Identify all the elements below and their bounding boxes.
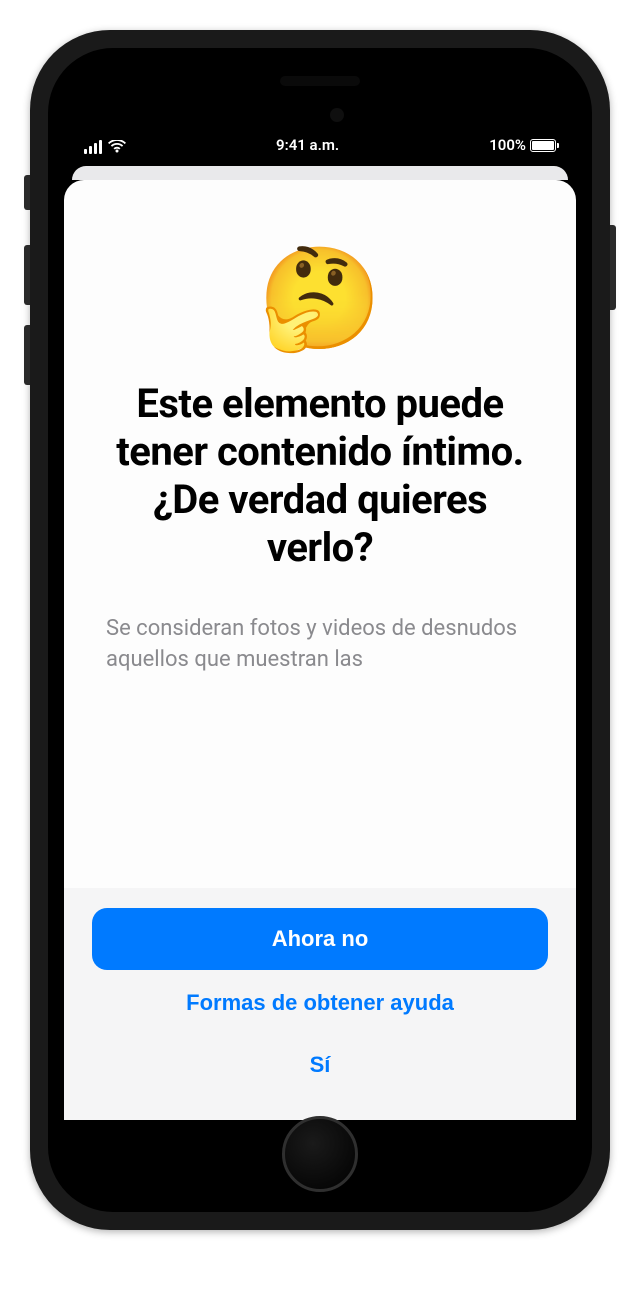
volume-up-button	[24, 245, 30, 305]
screen: 9:41 a.m. 100% 🤔 Este elemento puede ten…	[56, 56, 584, 1204]
earpiece	[280, 76, 360, 86]
volume-down-button	[24, 325, 30, 385]
home-button[interactable]	[282, 1116, 358, 1192]
battery-percentage: 100%	[489, 136, 526, 154]
wifi-icon	[108, 140, 126, 154]
scroll-fade	[64, 856, 576, 888]
yes-button[interactable]: Sí	[92, 1036, 548, 1094]
cellular-signal-icon	[84, 140, 102, 154]
background-sheet-peek	[72, 166, 568, 180]
status-time: 9:41 a.m.	[276, 136, 339, 154]
dialog-body-text: Se consideran fotos y videos de desnudos…	[104, 614, 536, 676]
action-bar: Ahora no Formas de obtener ayuda Sí	[64, 888, 576, 1120]
proximity-sensor	[330, 108, 344, 122]
iphone-device-frame: 9:41 a.m. 100% 🤔 Este elemento puede ten…	[30, 30, 610, 1230]
modal-sheet: 🤔 Este elemento puede tener contenido ín…	[64, 180, 576, 1120]
status-bar: 9:41 a.m. 100%	[56, 56, 584, 166]
get-help-button[interactable]: Formas de obtener ayuda	[92, 974, 548, 1032]
thinking-face-emoji: 🤔	[104, 250, 536, 350]
power-button	[610, 225, 616, 310]
mute-switch	[24, 175, 30, 210]
battery-icon	[530, 139, 556, 152]
not-now-button[interactable]: Ahora no	[92, 908, 548, 970]
dialog-title: Este elemento puede tener contenido ínti…	[104, 380, 536, 572]
sheet-content[interactable]: 🤔 Este elemento puede tener contenido ín…	[64, 180, 576, 888]
